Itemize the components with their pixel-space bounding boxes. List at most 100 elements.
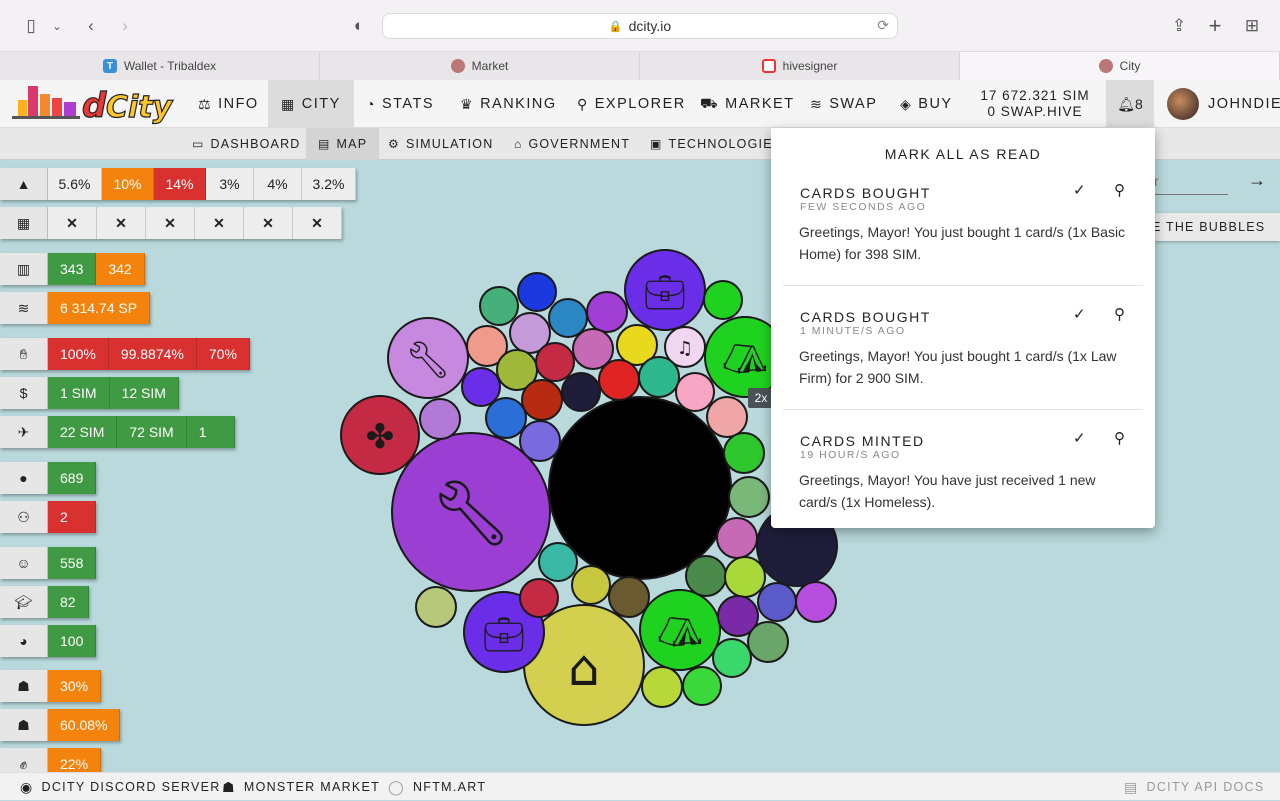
population-row: ● 689: [0, 462, 97, 494]
flights-value: 1: [186, 416, 235, 448]
discord-icon: ◉: [20, 778, 34, 795]
education-value: 82: [48, 586, 89, 618]
arrow-right-icon[interactable]: →: [1248, 170, 1266, 191]
shield-icon[interactable]: ◐: [348, 14, 370, 38]
mark-all-read-button[interactable]: MARK ALL AS READ: [771, 146, 1155, 162]
income-value: 100%: [48, 338, 109, 370]
calendar-value[interactable]: ✕: [244, 207, 293, 239]
palette-icon: ◕: [0, 625, 48, 657]
cart-icon: ⛟: [700, 94, 720, 111]
subnav-simulation[interactable]: ⚙ SIMULATION: [380, 128, 501, 160]
chip-icon: ▣: [650, 137, 663, 151]
username[interactable]: JOHNDIEG: [1208, 96, 1280, 112]
workers-row: ⚇ 2: [0, 501, 96, 533]
dollar-icon: $: [0, 377, 48, 409]
notification-message: Greetings, Mayor! You have just received…: [799, 472, 1096, 510]
sidebar-toggle-icon[interactable]: ▯: [18, 14, 44, 38]
users-icon: ⚇: [0, 501, 48, 533]
hand-coin-icon: ✋︎: [0, 338, 48, 370]
crime-row: ☗ 30%: [0, 670, 102, 702]
calendar-value[interactable]: ✕: [146, 207, 195, 239]
nav-explorer[interactable]: ⚲ EXPLORER: [567, 80, 696, 128]
api-docs-link[interactable]: ▤ DCITY API DOCS: [1124, 773, 1265, 801]
income-value: 70%: [196, 338, 250, 370]
nav-stats[interactable]: ◔ STATS: [356, 80, 444, 128]
tab-label: Wallet - Tribaldex: [123, 59, 217, 73]
market-icon: [450, 59, 465, 73]
tab-market[interactable]: Market: [320, 52, 640, 80]
search-icon[interactable]: ⚲: [1114, 305, 1125, 323]
monitor-icon: ▭: [192, 137, 205, 151]
forward-icon[interactable]: ›: [114, 14, 136, 38]
monster-icon: ☗: [222, 778, 236, 795]
notification-time: 1 MINUTE/S AGO: [800, 325, 906, 337]
coins-icon: ≋: [0, 292, 48, 324]
map-search[interactable]: r →: [1150, 170, 1280, 198]
calendar-icon: ▦: [0, 207, 48, 239]
graduation-cap-icon: 🎓︎: [0, 586, 48, 618]
subnav-technologies[interactable]: ▣ TECHNOLOGIES: [642, 128, 790, 160]
share-icon[interactable]: ⇪: [1168, 14, 1190, 38]
notification-item: CARDS BOUGHT 1 MINUTE/S AGO ✓ ⚲ Greeting…: [783, 306, 1143, 409]
check-icon[interactable]: ✓: [1073, 181, 1086, 199]
search-icon[interactable]: ⚲: [1114, 181, 1125, 199]
subnav-dashboard[interactable]: ▭ DASHBOARD: [184, 128, 309, 160]
divider: [783, 409, 1143, 410]
bell-icon: 🔔︎: [1117, 95, 1135, 112]
nav-info[interactable]: ⚖ INFO: [188, 80, 269, 128]
tab-overview-icon[interactable]: ⊞: [1240, 14, 1264, 38]
sp-value: 6 314.74 SP: [48, 292, 151, 324]
city-icon: ▦: [281, 95, 296, 112]
tab-wallet[interactable]: T Wallet - Tribaldex: [0, 52, 320, 80]
layers-icon: ◈: [900, 95, 913, 112]
check-icon[interactable]: ✓: [1073, 305, 1086, 323]
check-icon[interactable]: ✓: [1073, 429, 1086, 447]
coins-icon: ≋: [810, 95, 824, 112]
subnav-map[interactable]: ▤ MAP: [306, 128, 380, 160]
divider: [783, 285, 1143, 286]
risk-value: 3%: [206, 168, 254, 200]
tribaldex-icon: T: [102, 59, 117, 73]
nav-buy[interactable]: ◈ BUY: [890, 80, 963, 128]
risk-row: ▲ 5.6% 10% 14% 3% 4% 3.2%: [0, 168, 356, 200]
monster-market-link[interactable]: ☗ MONSTER MARKET: [222, 773, 380, 801]
svg-text:💼︎: 💼︎: [482, 615, 525, 655]
svg-text:🔧︎: 🔧︎: [430, 477, 511, 551]
nav-ranking[interactable]: ♛ RANKING: [450, 80, 567, 128]
chevron-down-icon[interactable]: ⌄: [50, 14, 64, 38]
url-bar[interactable]: 🔒 dcity.io ⟳: [382, 13, 898, 39]
notif-count: 8: [1134, 96, 1143, 112]
subnav-government[interactable]: ⌂ GOVERNMENT: [506, 128, 638, 160]
subnav-label: GOVERNMENT: [528, 137, 631, 151]
nav-swap[interactable]: ≋ SWAP: [800, 80, 887, 128]
nav-market[interactable]: ⛟ MARKET: [690, 80, 805, 128]
tab-city[interactable]: City: [960, 52, 1280, 80]
sp-row: ≋ 6 314.74 SP: [0, 292, 151, 324]
lock-icon: 🔒: [608, 20, 623, 33]
calendar-value[interactable]: ✕: [48, 207, 97, 239]
discord-link[interactable]: ◉ DCITY DISCORD SERVER: [20, 773, 221, 801]
calendar-value[interactable]: ✕: [195, 207, 244, 239]
income-row: ✋︎ 100% 99.8874% 70%: [0, 338, 250, 370]
nav-label: STATS: [381, 96, 435, 112]
svg-text:⛺︎: ⛺︎: [722, 339, 768, 380]
hivesigner-icon: [761, 59, 776, 73]
new-tab-icon[interactable]: +: [1204, 13, 1226, 38]
nav-city[interactable]: ▦ CITY: [268, 80, 354, 128]
map-icon: ▤: [318, 137, 331, 151]
tab-hivesigner[interactable]: hivesigner: [640, 52, 960, 80]
notification-item: CARDS MINTED 19 HOUR/S AGO ✓ ⚲ Greetings…: [783, 430, 1143, 523]
notifications-button[interactable]: 🔔︎ 8: [1106, 80, 1154, 128]
calendar-value[interactable]: ✕: [293, 207, 342, 239]
back-icon[interactable]: ‹: [80, 14, 102, 38]
reload-icon[interactable]: ⟳: [877, 17, 889, 34]
search-icon[interactable]: ⚲: [1114, 429, 1125, 447]
calendar-value[interactable]: ✕: [97, 207, 146, 239]
avatar[interactable]: [1167, 88, 1199, 120]
dcity-logo[interactable]: d City: [10, 80, 182, 128]
police-row: ☗ 60.08%: [0, 709, 121, 741]
svg-text:City: City: [106, 90, 174, 125]
spy-icon: ☗: [0, 670, 48, 702]
notification-title: CARDS BOUGHT: [800, 185, 931, 201]
nftm-link[interactable]: ◯ NFTM.ART: [388, 773, 486, 801]
